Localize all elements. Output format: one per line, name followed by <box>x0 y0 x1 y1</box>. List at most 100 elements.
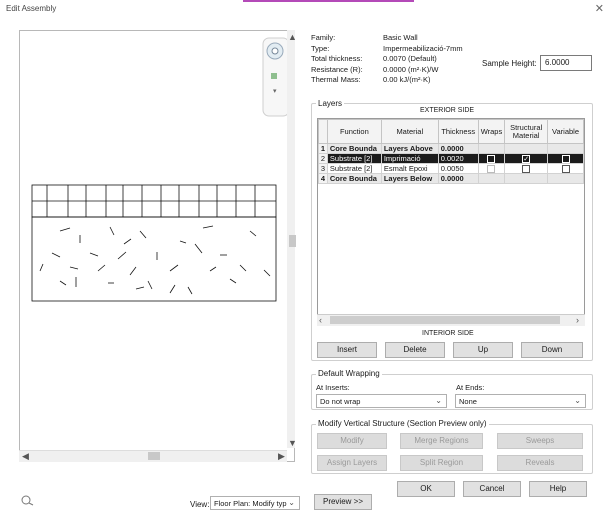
default-wrapping-label: Default Wrapping <box>316 369 382 378</box>
table-row[interactable]: 2 Substrate [2] Imprimació 0.0020 ✓ <box>318 152 584 165</box>
family-value: Basic Wall <box>383 33 418 42</box>
reveals-button[interactable]: Reveals <box>497 455 583 471</box>
navigation-wheel-icon[interactable]: ▾ <box>262 37 290 117</box>
function-cell[interactable]: Substrate [2] <box>326 152 382 165</box>
structural-material-checkbox[interactable] <box>522 165 531 173</box>
table-scroll-right-icon[interactable]: › <box>576 315 579 325</box>
window-accent-line <box>243 0 414 2</box>
material-cell[interactable]: Imprimació <box>380 152 439 165</box>
modify-structure-label: Modify Vertical Structure (Section Previ… <box>316 419 489 428</box>
modify-button[interactable]: Modify <box>317 433 387 449</box>
svg-text:▾: ▾ <box>273 88 277 95</box>
assign-layers-button[interactable]: Assign Layers <box>317 455 387 471</box>
merge-regions-button[interactable]: Merge Regions <box>400 433 483 449</box>
layers-table[interactable]: Function Material Thickness Wraps Struct… <box>317 118 585 326</box>
at-ends-value: None <box>459 397 477 406</box>
material-cell[interactable]: Esmalt Epoxi <box>380 163 439 175</box>
row-index[interactable]: 1 <box>318 143 328 154</box>
zoom-icon[interactable] <box>20 494 34 506</box>
insert-button[interactable]: Insert <box>317 342 377 358</box>
at-ends-label: At Ends: <box>456 383 485 392</box>
scroll-left-icon[interactable]: ◀ <box>22 451 29 462</box>
help-button[interactable]: Help <box>529 481 587 497</box>
thickness-cell[interactable]: 0.0000 <box>437 173 479 185</box>
at-inserts-label: At Inserts: <box>316 383 350 392</box>
at-inserts-dropdown[interactable]: Do not wrap ⌄ <box>316 394 447 408</box>
thermal-mass-value: 0.00 kJ/(m²·K) <box>383 75 431 84</box>
up-button[interactable]: Up <box>453 342 513 358</box>
interior-side-label: INTERIOR SIDE <box>422 330 474 337</box>
wraps-checkbox[interactable] <box>487 165 496 173</box>
sweeps-button[interactable]: Sweeps <box>497 433 583 449</box>
window-title: Edit Assembly <box>6 4 57 13</box>
wall-section-preview <box>31 184 277 302</box>
function-cell[interactable]: Core Bounda <box>326 173 382 185</box>
column-header-variable[interactable]: Variable <box>547 119 584 144</box>
type-value: Impermeabilizació-7mm <box>383 43 463 53</box>
wraps-checkbox[interactable] <box>487 155 496 163</box>
at-ends-dropdown[interactable]: None ⌄ <box>455 394 586 408</box>
column-header-thickness[interactable]: Thickness <box>437 119 479 144</box>
row-index[interactable]: 4 <box>318 173 328 185</box>
preview-horizontal-scroll-thumb[interactable] <box>148 452 160 460</box>
table-row[interactable]: 1 Core Bounda Layers Above 0.0000 <box>318 143 584 154</box>
material-cell[interactable]: Layers Below <box>380 173 439 185</box>
scroll-down-icon[interactable]: ▼ <box>288 438 297 448</box>
type-label: Type: <box>311 43 330 53</box>
column-header-index <box>318 119 328 144</box>
column-header-wraps[interactable]: Wraps <box>477 119 506 144</box>
table-row[interactable]: 3 Substrate [2] Esmalt Epoxi 0.0050 <box>318 163 584 175</box>
column-header-function[interactable]: Function <box>326 119 382 144</box>
thickness-value: 0.0070 (Default) <box>383 54 437 63</box>
scroll-up-icon[interactable]: ▲ <box>288 32 297 42</box>
preview-vertical-scroll-thumb[interactable] <box>289 235 296 247</box>
thickness-cell[interactable]: 0.0020 <box>437 152 479 165</box>
scroll-right-icon[interactable]: ▶ <box>278 451 285 462</box>
split-region-button[interactable]: Split Region <box>400 455 483 471</box>
resistance-value: 0.0000 (m²·K)/W <box>383 64 439 74</box>
row-index[interactable]: 2 <box>318 152 328 165</box>
preview-button[interactable]: Preview >> <box>314 494 372 510</box>
variable-checkbox[interactable] <box>561 155 570 163</box>
table-scroll-left-icon[interactable]: ‹ <box>319 315 322 325</box>
chevron-down-icon: ⌄ <box>574 396 581 405</box>
table-row[interactable]: 4 Core Bounda Layers Below 0.0000 <box>318 173 584 185</box>
wraps-cell <box>477 143 506 154</box>
assembly-properties: Family: Basic Wall Type: Impermeabilizació… <box>311 33 463 86</box>
structural-material-cell <box>504 173 549 185</box>
close-icon[interactable]: ✕ <box>595 2 604 15</box>
row-index[interactable]: 3 <box>318 163 328 175</box>
variable-checkbox[interactable] <box>561 165 570 173</box>
view-label: View: <box>190 500 210 509</box>
down-button[interactable]: Down <box>521 342 583 358</box>
variable-cell <box>547 173 584 185</box>
view-dropdown[interactable]: Floor Plan: Modify typ ⌄ <box>210 496 300 510</box>
column-header-structural-material[interactable]: Structural Material <box>504 119 549 144</box>
variable-cell[interactable] <box>547 163 584 175</box>
ok-button[interactable]: OK <box>397 481 455 497</box>
column-header-material[interactable]: Material <box>380 119 439 144</box>
wraps-cell[interactable] <box>477 163 506 175</box>
thickness-label: Total thickness: <box>311 54 363 63</box>
structural-material-checkbox-checked[interactable]: ✓ <box>522 155 531 163</box>
view-value: Floor Plan: Modify typ <box>214 499 287 508</box>
cancel-button[interactable]: Cancel <box>463 481 521 497</box>
function-cell[interactable]: Substrate [2] <box>326 163 382 175</box>
structural-material-cell[interactable]: ✓ <box>504 152 549 165</box>
sample-height-label: Sample Height: <box>482 59 537 68</box>
delete-button[interactable]: Delete <box>385 342 445 358</box>
chevron-down-icon: ⌄ <box>288 498 295 507</box>
variable-cell <box>547 143 584 154</box>
thickness-cell[interactable]: 0.0050 <box>437 163 479 175</box>
table-scroll-thumb[interactable] <box>330 316 560 324</box>
variable-cell[interactable] <box>547 152 584 165</box>
function-cell[interactable]: Core Bounda <box>326 143 382 154</box>
structural-material-cell <box>504 143 549 154</box>
preview-pane[interactable] <box>19 30 295 462</box>
sample-height-input[interactable]: 6.0000 <box>540 55 592 71</box>
material-cell[interactable]: Layers Above <box>380 143 439 154</box>
thickness-cell[interactable]: 0.0000 <box>437 143 479 154</box>
family-label: Family: <box>311 33 336 42</box>
wraps-cell[interactable] <box>477 152 506 165</box>
structural-material-cell[interactable] <box>504 163 549 175</box>
